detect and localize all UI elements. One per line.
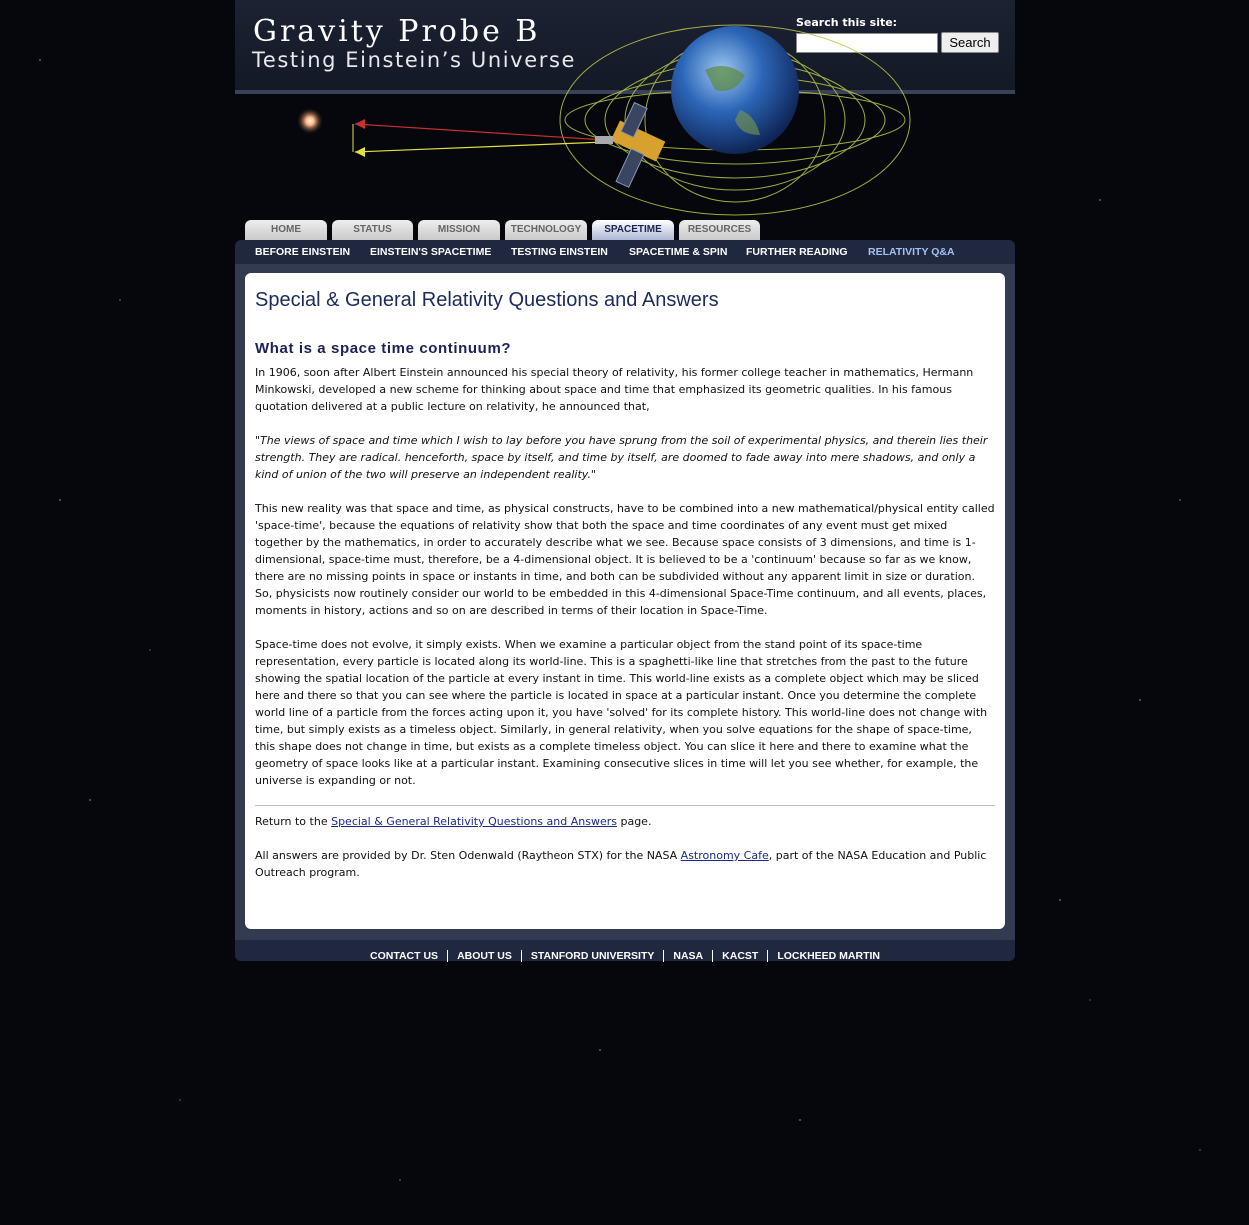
- tab-technology[interactable]: TECHNOLOGY: [505, 220, 587, 240]
- tab-mission[interactable]: MISSION: [418, 220, 500, 240]
- intro-paragraph: In 1906, soon after Albert Einstein anno…: [255, 366, 974, 413]
- site-container: Gravity Probe B Testing Einstein’s Unive…: [235, 0, 1015, 962]
- subnav-testing-einstein[interactable]: TESTING EINSTEIN: [511, 246, 608, 258]
- qa-index-link[interactable]: Special & General Relativity Questions a…: [331, 815, 617, 828]
- tab-spacetime[interactable]: SPACETIME: [592, 220, 674, 240]
- astronomy-cafe-link[interactable]: Astronomy Cafe: [681, 849, 769, 862]
- content-frame: Special & General Relativity Questions a…: [235, 264, 1015, 940]
- footer-nasa[interactable]: NASA: [663, 950, 713, 962]
- satellite-icon: [595, 101, 666, 188]
- spacetime-paragraph: This new reality was that space and time…: [255, 502, 995, 617]
- worldline-paragraph: Space-time does not evolve, it simply ex…: [255, 638, 988, 787]
- divider: [255, 805, 995, 806]
- tab-home[interactable]: HOME: [245, 220, 327, 240]
- tab-status[interactable]: STATUS: [332, 220, 413, 240]
- footer-stanford-university[interactable]: STANFORD UNIVERSITY: [520, 950, 664, 962]
- tab-resources[interactable]: RESOURCES: [679, 220, 760, 240]
- credit-text: All answers are provided by Dr. Sten Ode…: [255, 849, 987, 879]
- search-label: Search this site:: [796, 16, 898, 29]
- footer-kacst[interactable]: KACST: [712, 950, 768, 962]
- subnav-before-einstein[interactable]: BEFORE EINSTEIN: [255, 246, 350, 258]
- guide-star-icon: [296, 107, 324, 135]
- footer-contact-us[interactable]: CONTACT US: [361, 950, 447, 962]
- content-panel: Special & General Relativity Questions a…: [245, 273, 1005, 929]
- header: Gravity Probe B Testing Einstein’s Unive…: [235, 0, 1015, 94]
- site-title[interactable]: Gravity Probe B: [253, 14, 540, 49]
- subnav-einsteins-spacetime[interactable]: EINSTEIN'S SPACETIME: [370, 246, 491, 258]
- question-heading: What is a space time continuum?: [255, 340, 512, 357]
- footer-about-us[interactable]: ABOUT US: [447, 950, 521, 962]
- page-title: Special & General Relativity Questions a…: [255, 289, 719, 311]
- sub-navigation: BEFORE EINSTEIN EINSTEIN'S SPACETIME TES…: [235, 240, 1015, 264]
- footer: CONTACT US ABOUT US STANFORD UNIVERSITY NAS…: [235, 940, 1015, 963]
- footer-links: CONTACT US ABOUT US STANFORD UNIVERSITY NAS…: [235, 944, 1015, 963]
- subnav-relativity-qa[interactable]: RELATIVITY Q&A: [868, 246, 955, 258]
- search-button[interactable]: Search: [941, 32, 999, 53]
- return-text: Return to the Special & General Relativi…: [255, 815, 652, 828]
- minkowski-quote: "The views of space and time which I wis…: [255, 434, 988, 481]
- subnav-further-reading[interactable]: FURTHER READING: [746, 246, 848, 258]
- footer-lockheed-martin[interactable]: LOCKHEED MARTIN: [767, 950, 889, 962]
- subnav-spacetime-spin[interactable]: SPACETIME & SPIN: [629, 246, 727, 258]
- site-subtitle: Testing Einstein’s Universe: [252, 48, 577, 72]
- search-input[interactable]: [796, 33, 938, 53]
